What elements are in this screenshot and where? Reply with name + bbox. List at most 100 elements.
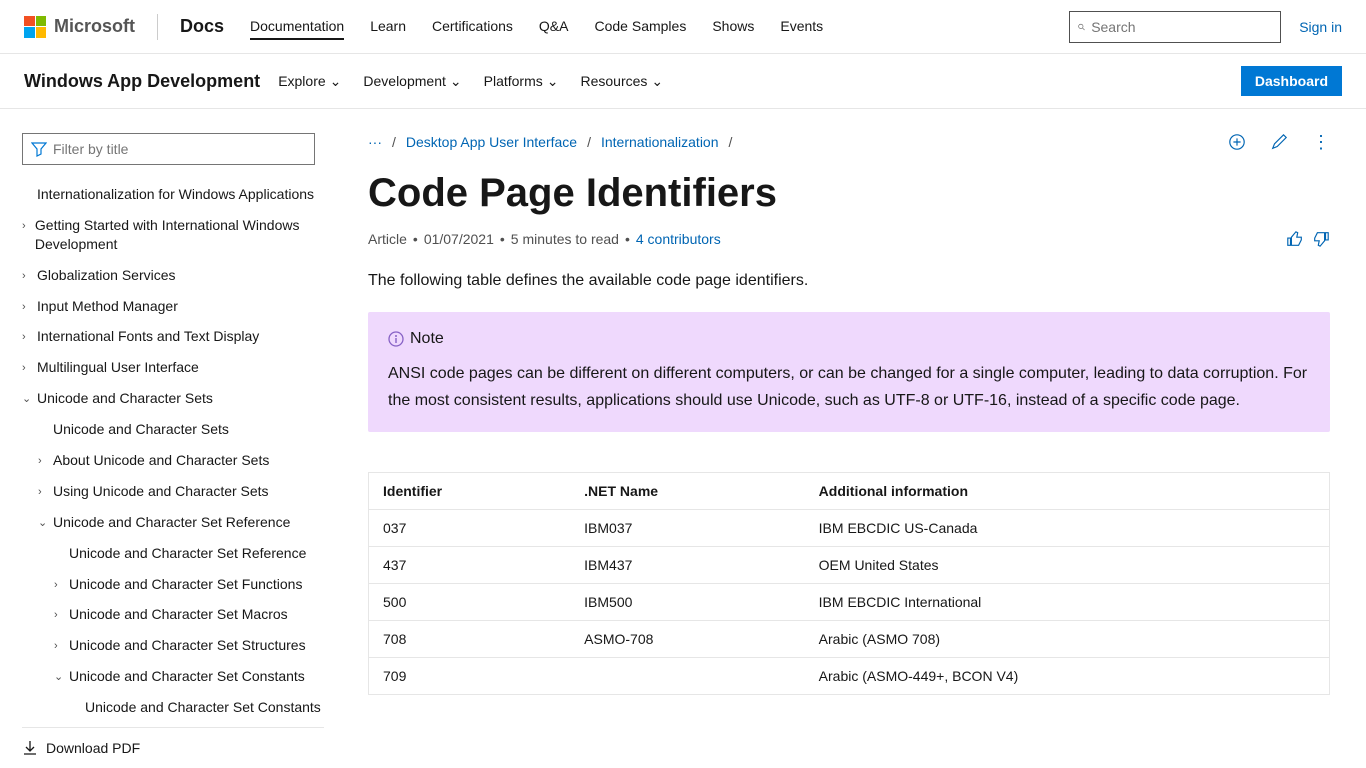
toc-item[interactable]: ⌄Unicode and Character Sets — [22, 383, 324, 414]
toc-item[interactable]: ›International Fonts and Text Display — [22, 321, 324, 352]
toc-item[interactable]: ›Input Method Manager — [22, 291, 324, 322]
toc-label: Globalization Services — [37, 266, 176, 285]
table-row: 500IBM500IBM EBCDIC International — [369, 584, 1330, 621]
top-nav: Documentation Learn Certifications Q&A C… — [250, 14, 823, 40]
toc-item[interactable]: ›Unicode and Character Set Macros — [22, 599, 324, 630]
toc-label: Getting Started with International Windo… — [35, 216, 324, 254]
subnav-explore[interactable]: Explore ⌄ — [278, 73, 341, 90]
th-additional: Additional information — [805, 473, 1330, 510]
toc-item[interactable]: ›Unicode and Character Set Constants — [22, 692, 324, 721]
table-cell: 037 — [369, 510, 571, 547]
toc-item[interactable]: ›Globalization Services — [22, 260, 324, 291]
toc-arrow-icon: › — [22, 269, 34, 284]
breadcrumb: ··· / Desktop App User Interface / Inter… — [368, 134, 1228, 150]
toc-label: Unicode and Character Set Constants — [85, 698, 321, 717]
toc-arrow-icon: › — [22, 300, 34, 315]
microsoft-logo[interactable]: Microsoft — [24, 16, 135, 38]
download-icon — [22, 740, 38, 756]
subnav-platforms[interactable]: Platforms ⌄ — [484, 73, 559, 90]
toc-item[interactable]: ›Unicode and Character Set Functions — [22, 569, 324, 600]
note-title: Note — [388, 330, 1310, 348]
nav-learn[interactable]: Learn — [370, 14, 406, 40]
toc-item[interactable]: ›Internationalization for Windows Applic… — [22, 179, 324, 210]
sign-in-link[interactable]: Sign in — [1299, 19, 1342, 35]
download-pdf-link[interactable]: Download PDF — [22, 727, 324, 768]
table-of-contents: › Internationalization for Windows Applic… — [22, 179, 324, 721]
toc-arrow-icon: › — [38, 485, 50, 500]
subnav-development[interactable]: Development ⌄ — [363, 73, 461, 90]
filter-input[interactable] — [53, 141, 306, 157]
toc-item[interactable]: ›About Unicode and Character Sets — [22, 445, 324, 476]
toc-arrow-icon: › — [22, 330, 34, 345]
nav-certifications[interactable]: Certifications — [432, 14, 513, 40]
microsoft-logo-text: Microsoft — [54, 16, 135, 37]
chevron-down-icon: ⌄ — [547, 73, 559, 90]
toc-label: Internationalization for Windows Applica… — [37, 185, 314, 204]
toc-item[interactable]: ⌄Unicode and Character Set Constants — [22, 661, 324, 692]
filter-box[interactable] — [22, 133, 315, 165]
toc-label: Using Unicode and Character Sets — [53, 482, 269, 501]
nav-documentation[interactable]: Documentation — [250, 14, 344, 40]
nav-shows[interactable]: Shows — [712, 14, 754, 40]
toc-item[interactable]: ›Unicode and Character Set Reference — [22, 538, 324, 569]
table-row: 037IBM037IBM EBCDIC US-Canada — [369, 510, 1330, 547]
toc-label: Unicode and Character Set Constants — [69, 667, 305, 686]
table-cell: IBM437 — [570, 547, 805, 584]
table-cell: 437 — [369, 547, 571, 584]
toc-label: Unicode and Character Set Reference — [69, 544, 306, 563]
toc-item[interactable]: ›Unicode and Character Sets — [22, 414, 324, 445]
dashboard-button[interactable]: Dashboard — [1241, 66, 1342, 96]
table-cell: OEM United States — [805, 547, 1330, 584]
th-identifier: Identifier — [369, 473, 571, 510]
nav-events[interactable]: Events — [780, 14, 823, 40]
search-box[interactable] — [1069, 11, 1281, 43]
download-pdf-label: Download PDF — [46, 740, 140, 756]
filter-icon — [31, 141, 47, 157]
toc-label: Unicode and Character Set Functions — [69, 575, 302, 594]
toc-arrow-icon: › — [54, 639, 66, 654]
breadcrumb-item-desktop[interactable]: Desktop App User Interface — [406, 134, 577, 150]
nav-code-samples[interactable]: Code Samples — [595, 14, 687, 40]
product-title[interactable]: Windows App Development — [24, 71, 260, 92]
toc-arrow-icon: › — [22, 219, 32, 234]
subnav-resources[interactable]: Resources ⌄ — [580, 73, 663, 90]
toc-item[interactable]: ›Multilingual User Interface — [22, 352, 324, 383]
table-row: 709Arabic (ASMO-449+, BCON V4) — [369, 658, 1330, 695]
info-icon — [388, 331, 404, 347]
table-cell: Arabic (ASMO 708) — [805, 621, 1330, 658]
toc-label: Unicode and Character Sets — [37, 389, 213, 408]
toc-item[interactable]: ›Using Unicode and Character Sets — [22, 476, 324, 507]
thumbs-down-icon[interactable] — [1312, 230, 1330, 248]
toc-arrow-icon: › — [54, 608, 66, 623]
table-cell: 500 — [369, 584, 571, 621]
toc-label: Unicode and Character Set Reference — [53, 513, 290, 532]
table-cell: 709 — [369, 658, 571, 695]
main-content: ··· / Desktop App User Interface / Inter… — [332, 109, 1366, 768]
docs-brand[interactable]: Docs — [180, 16, 224, 37]
page-layout: › Internationalization for Windows Applic… — [0, 109, 1366, 768]
page-title: Code Page Identifiers — [368, 171, 1330, 216]
toc-item[interactable]: ⌄Unicode and Character Set Reference — [22, 507, 324, 538]
toc-arrow-icon: ⌄ — [38, 516, 50, 531]
add-icon[interactable] — [1228, 133, 1246, 151]
table-row: 437IBM437OEM United States — [369, 547, 1330, 584]
toc-label: Unicode and Character Sets — [53, 420, 229, 439]
table-cell: ASMO-708 — [570, 621, 805, 658]
meta-readtime: 5 minutes to read — [511, 231, 619, 247]
contributors-link[interactable]: 4 contributors — [636, 231, 721, 247]
nav-qa[interactable]: Q&A — [539, 14, 569, 40]
table-cell: IBM EBCDIC International — [805, 584, 1330, 621]
search-input[interactable] — [1091, 19, 1272, 35]
edit-icon[interactable] — [1270, 133, 1288, 151]
article-meta: Article• 01/07/2021• 5 minutes to read• … — [368, 230, 1330, 248]
toc-item[interactable]: ›Getting Started with International Wind… — [22, 210, 324, 260]
breadcrumb-separator: / — [392, 134, 396, 150]
thumbs-up-icon[interactable] — [1286, 230, 1304, 248]
toc-item[interactable]: ›Unicode and Character Set Structures — [22, 630, 324, 661]
th-netname: .NET Name — [570, 473, 805, 510]
table-cell — [570, 658, 805, 695]
toc-arrow-icon: ⌄ — [22, 392, 34, 407]
table-cell: IBM500 — [570, 584, 805, 621]
breadcrumb-item-intl[interactable]: Internationalization — [601, 134, 719, 150]
breadcrumb-more[interactable]: ··· — [368, 134, 382, 150]
